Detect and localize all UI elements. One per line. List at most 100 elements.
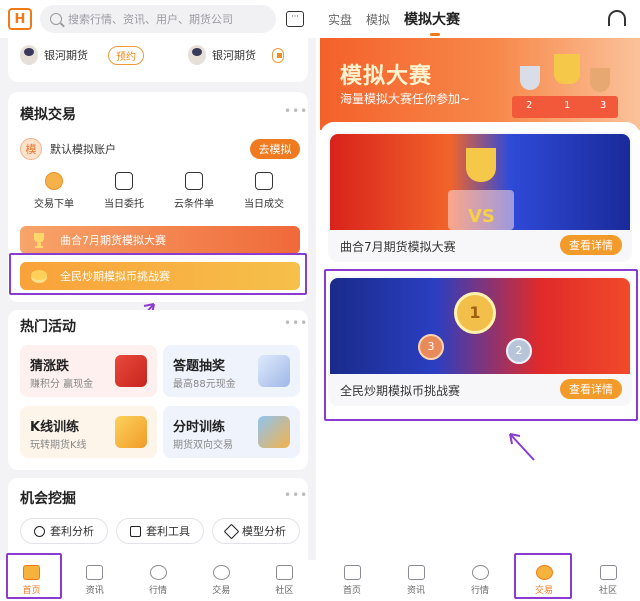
broker-name: 银河期货 [44, 49, 88, 62]
tab-community[interactable]: 社区 [253, 560, 316, 601]
candlestick-icon [258, 416, 290, 448]
broker-item[interactable]: 银河期货 预约 [20, 42, 144, 68]
arrow-annotation [509, 433, 535, 461]
quick-label: 云条件单 [174, 199, 214, 210]
podium-label: 1 [564, 100, 571, 111]
community-icon [599, 565, 617, 580]
activity-guess[interactable]: 猜涨跌赚积分 赢现金 [20, 345, 157, 397]
chip-label: 套利分析 [50, 525, 94, 538]
tab-label: 首页 [342, 586, 361, 596]
highlight-box [324, 269, 638, 421]
chart-icon [149, 565, 167, 580]
trophy-icon [554, 54, 580, 84]
tab-quotes[interactable]: 行情 [126, 560, 189, 601]
broker-name: 银河期货 [212, 49, 256, 62]
reserve-button[interactable]: ▪ [272, 47, 284, 63]
chart-icon [471, 565, 489, 580]
news-icon [407, 565, 425, 580]
quick-label: 当日委托 [104, 199, 144, 210]
contest-image: VS [330, 134, 630, 230]
news-icon [86, 565, 104, 580]
activity-subtitle: 期货双向交易 [173, 440, 233, 451]
hero-title: 模拟大赛 [340, 64, 433, 89]
activity-title: 答题抽奖 [173, 359, 226, 374]
chip-label: 套利工具 [146, 525, 190, 538]
podium-label: 3 [600, 100, 607, 111]
highlight-box [514, 553, 572, 599]
avatar [20, 45, 38, 65]
tab-label: 社区 [275, 586, 294, 596]
quick-label: 当日成交 [244, 199, 284, 210]
trade-icon [212, 565, 230, 580]
quick-deal[interactable]: 当日成交 [234, 172, 294, 210]
headset-icon[interactable] [608, 10, 626, 26]
rocket-chart-icon [115, 416, 147, 448]
document-icon [115, 172, 133, 190]
tab-label: 交易 [212, 586, 231, 596]
activity-subtitle: 赚积分 赢现金 [30, 379, 94, 390]
chip-arbitrage-tool[interactable]: 套利工具 [116, 518, 204, 544]
activity-title: K线训练 [30, 420, 80, 435]
tab-news[interactable]: 资讯 [63, 560, 126, 601]
more-icon[interactable]: ••• [284, 488, 308, 502]
section-title: 机会挖掘 [20, 491, 76, 507]
app-logo: H [8, 8, 32, 30]
highlight-box [9, 253, 307, 295]
go-simulate-button[interactable]: 去模拟 [250, 139, 300, 159]
tab-news[interactable]: 资讯 [384, 560, 448, 601]
activity-kline[interactable]: K线训练 玩转期货K线 [20, 406, 157, 458]
highlight-box [6, 553, 62, 599]
community-icon [275, 565, 293, 580]
notepad-icon [258, 355, 290, 387]
search-placeholder: 搜索行情、资讯、用户、期货公司 [68, 13, 233, 26]
account-icon: 模 [20, 138, 42, 160]
podium-label: 2 [526, 100, 533, 111]
account-label: 默认模拟账户 [50, 143, 116, 156]
quick-label: 交易下单 [34, 199, 74, 210]
activity-quiz[interactable]: 答题抽奖最高88元现金 [163, 345, 300, 397]
tab-label: 资讯 [85, 586, 104, 596]
reserve-button[interactable]: 预约 [108, 45, 144, 65]
tab-sim[interactable]: 模拟 [366, 11, 390, 28]
tab-quotes[interactable]: 行情 [448, 560, 512, 601]
red-envelope-icon [115, 355, 147, 387]
quick-entrust[interactable]: 当日委托 [94, 172, 154, 210]
tab-trade[interactable]: 交易 [190, 560, 253, 601]
chip-arbitrage-analysis[interactable]: 套利分析 [20, 518, 108, 544]
trophy-icon [590, 68, 610, 92]
compass-icon [34, 525, 45, 537]
left-screen: H 搜索行情、资讯、用户、期货公司 ··· 银河期货 预约 银河期货 ▪ 模拟交… [0, 0, 316, 601]
quick-order[interactable]: 交易下单 [24, 172, 84, 210]
activity-title: 猜涨跌 [30, 359, 70, 374]
tab-real[interactable]: 实盘 [328, 11, 352, 28]
more-icon[interactable]: ••• [284, 316, 308, 330]
section-title: 热门活动 [20, 319, 76, 335]
quick-cloud-order[interactable]: 云条件单 [164, 172, 224, 210]
home-icon [343, 565, 361, 580]
tab-label: 行情 [470, 586, 489, 596]
calendar-icon [185, 172, 203, 190]
sim-account[interactable]: 模默认模拟账户 [20, 138, 116, 160]
chip-model-analysis[interactable]: 模型分析 [212, 518, 300, 544]
hero-subtitle: 海量模拟大赛任你参加~ [340, 92, 471, 106]
view-details-button[interactable]: 查看详情 [560, 235, 622, 255]
layers-icon [223, 523, 240, 539]
broker-row: 银河期货 预约 银河期货 ▪ [8, 38, 308, 82]
activity-timeshare[interactable]: 分时训练 期货双向交易 [163, 406, 300, 458]
tab-home[interactable]: 首页 [320, 560, 384, 601]
activity-subtitle: 最高88元现金 [173, 379, 236, 390]
top-bar: H 搜索行情、资讯、用户、期货公司 ··· [0, 0, 316, 38]
tab-community[interactable]: 社区 [576, 560, 640, 601]
trophy-icon [466, 148, 496, 182]
contest-card-1[interactable]: VS 曲合7月期货模拟大赛 查看详情 [328, 132, 632, 262]
broker-item[interactable]: 银河期货 ▪ [188, 42, 284, 68]
more-icon[interactable]: ••• [284, 104, 308, 118]
right-screen: 实盘 模拟 模拟大赛 模拟大赛 海量模拟大赛任你参加~ 2 1 3 VS 曲合7… [320, 0, 640, 601]
order-icon [45, 172, 63, 190]
search-input[interactable]: 搜索行情、资讯、用户、期货公司 [40, 5, 276, 33]
top-tabs: 实盘 模拟 模拟大赛 [320, 0, 640, 38]
trophy-icon [34, 233, 44, 248]
tab-contest[interactable]: 模拟大赛 [404, 9, 460, 36]
contest-banner[interactable]: 曲合7月期货模拟大赛 [20, 226, 300, 254]
message-icon[interactable]: ··· [286, 11, 304, 27]
